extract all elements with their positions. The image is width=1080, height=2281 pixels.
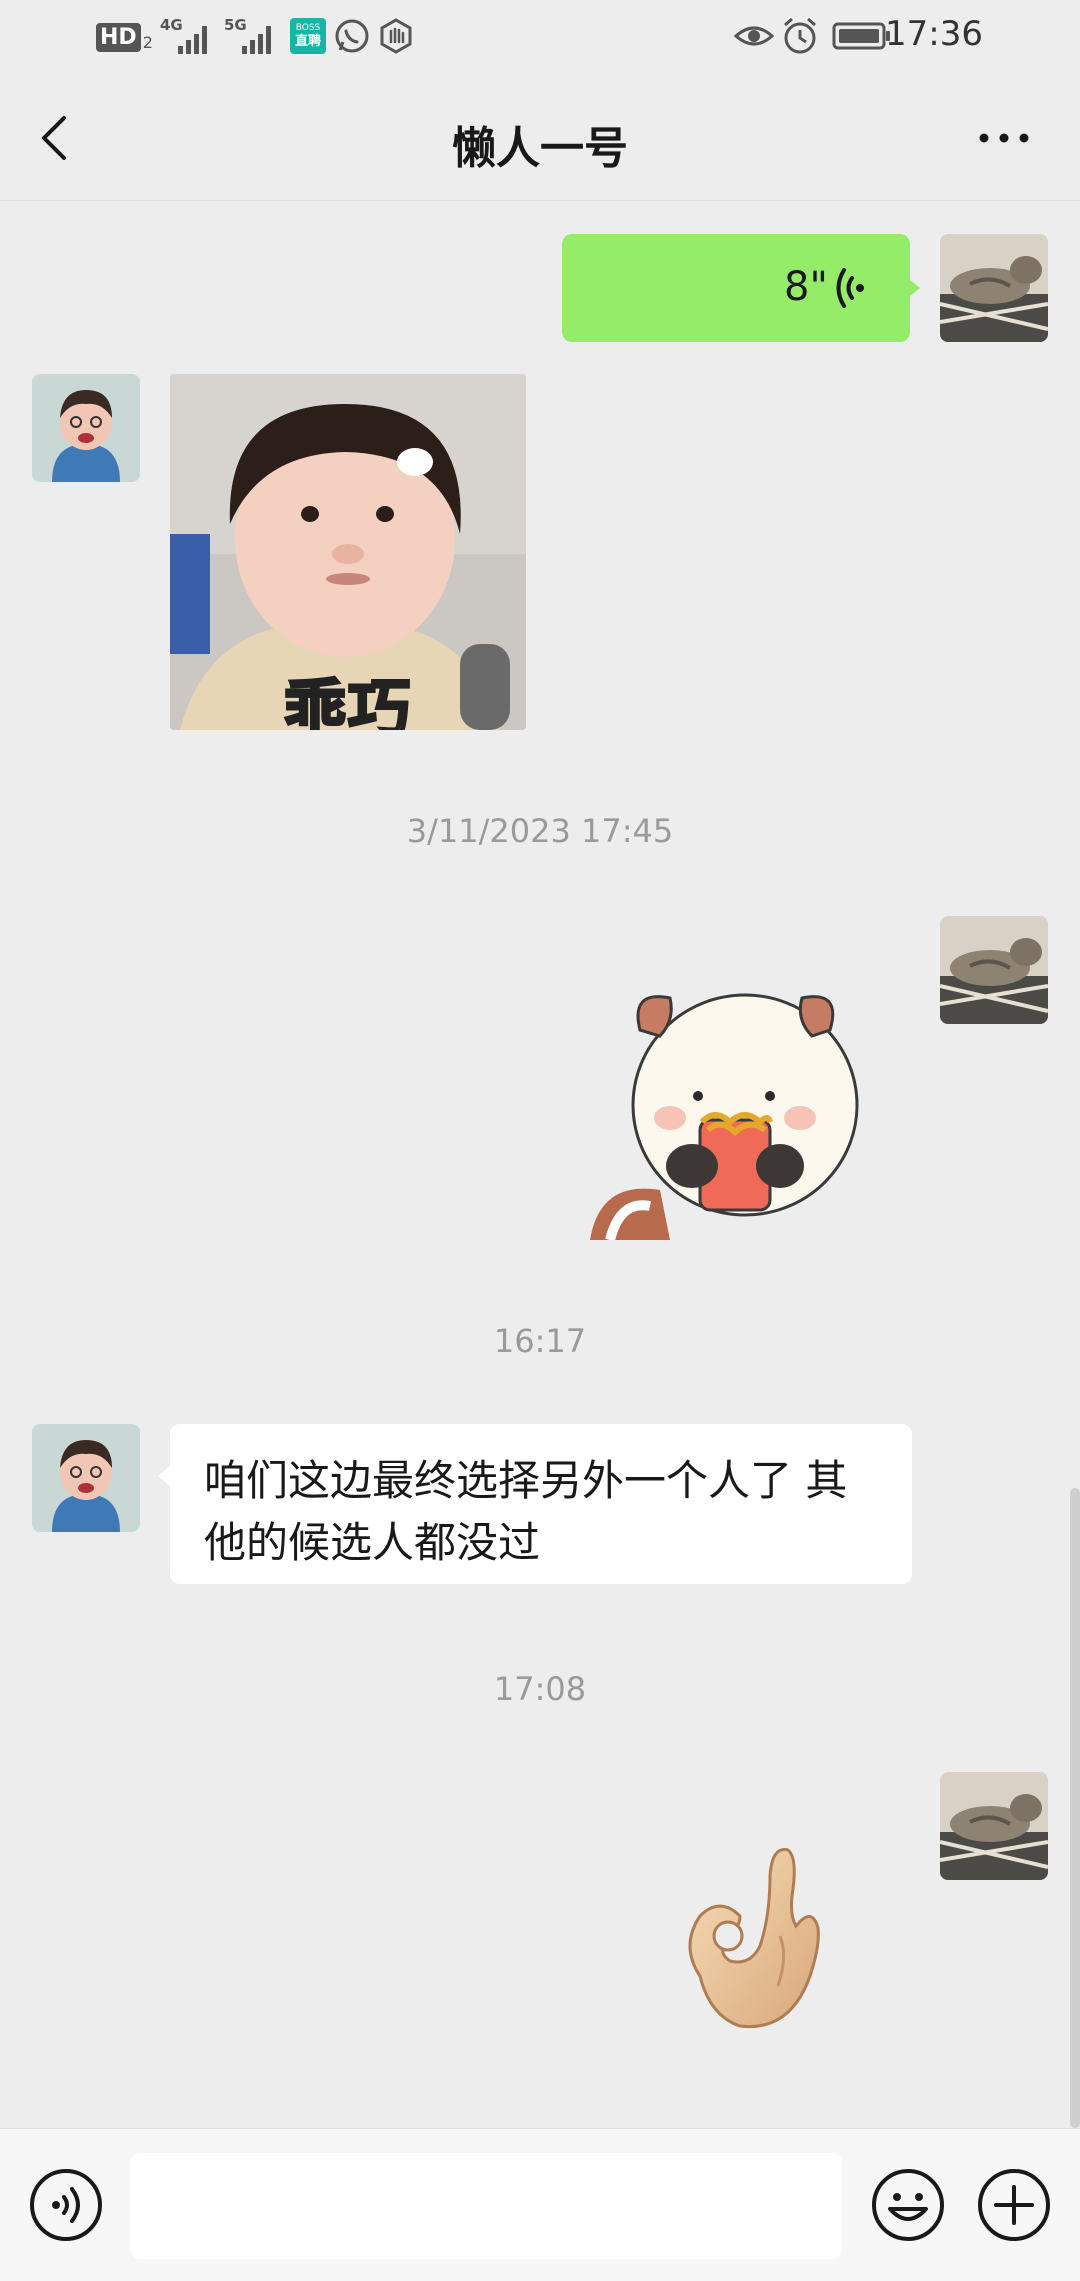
boss-top: BOSS [295, 23, 321, 33]
my-avatar[interactable] [940, 916, 1048, 1024]
sticker-baby-caption: 乖巧 [282, 671, 412, 731]
girl-avatar-image [32, 1424, 140, 1532]
signal-5g-icon: 5G [224, 16, 280, 56]
emoji-icon[interactable] [870, 2167, 946, 2243]
girl-avatar-image [32, 374, 140, 482]
chat-header: 懒人一号 [0, 72, 1080, 201]
my-avatar[interactable] [940, 234, 1048, 342]
voice-duration: 8" [784, 264, 828, 310]
cat-avatar-image [940, 234, 1048, 342]
bubble-tail [158, 1466, 170, 1486]
alarm-icon [784, 17, 816, 54]
sticker-panda[interactable] [580, 970, 880, 1242]
eye-icon [734, 26, 774, 46]
cat-avatar-image [940, 916, 1048, 1024]
status-time: 17:36 [885, 14, 983, 54]
chat-scrollbar[interactable] [1070, 1488, 1080, 2128]
plus-icon[interactable] [976, 2167, 1052, 2243]
hd-label: HD [96, 23, 141, 52]
my-avatar[interactable] [940, 1772, 1048, 1880]
signal-4g-icon: 4G [160, 16, 216, 56]
ok-hand-icon [688, 1848, 820, 2029]
input-bar [0, 2128, 1080, 2281]
ok-hand-emoji[interactable] [670, 1836, 830, 2036]
timestamp-2: 16:17 [493, 1322, 587, 1360]
timestamp-1: 3/11/2023 17:45 [406, 812, 674, 850]
whatsapp-icon [335, 19, 369, 53]
voice-toggle-icon[interactable] [28, 2167, 104, 2243]
hd-sub: 2 [142, 33, 153, 52]
status-bar: HD 2 4G 5G BOSS 直聘 17:36 [0, 0, 1080, 72]
hand-icon [380, 18, 412, 54]
voice-message-bubble[interactable]: 8" [562, 234, 910, 342]
voice-wave-icon [836, 268, 864, 308]
boss-app-icon: BOSS 直聘 [290, 18, 326, 54]
message-input[interactable] [130, 2153, 842, 2259]
bubble-tail [908, 278, 920, 298]
boss-bottom: 直聘 [294, 34, 321, 49]
timestamp-3: 17:08 [493, 1670, 587, 1708]
contact-avatar[interactable] [32, 374, 140, 482]
sticker-baby[interactable]: 乖巧 [170, 374, 526, 730]
text-message-bubble[interactable]: 咱们这边最终选择另外一个人了 其他的候选人都没过 [170, 1424, 912, 1584]
panda-noodles-sticker-image [590, 993, 859, 1242]
cat-avatar-image [940, 1772, 1048, 1880]
more-icon[interactable] [976, 128, 1036, 148]
hd-icon: HD 2 [96, 20, 153, 52]
contact-avatar[interactable] [32, 1424, 140, 1532]
chat-title: 懒人一号 [452, 123, 628, 174]
battery-icon [832, 22, 890, 50]
